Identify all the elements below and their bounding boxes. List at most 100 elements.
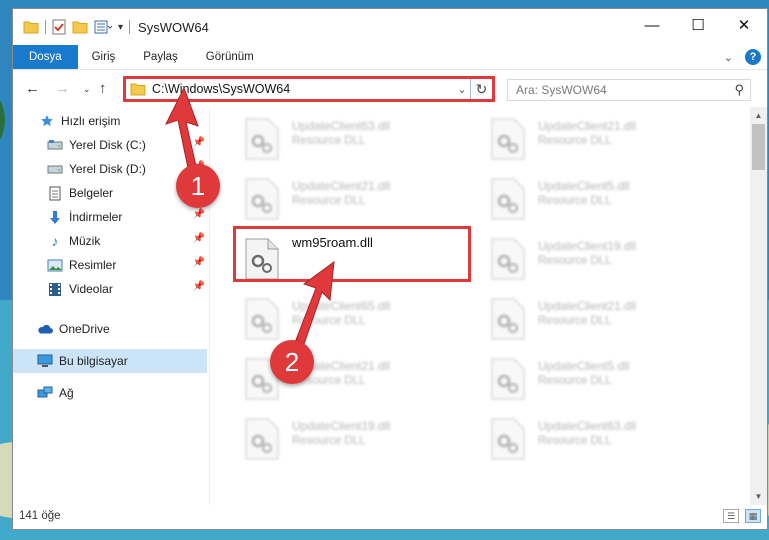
- details-view-icon[interactable]: ☰: [723, 509, 739, 523]
- view-toggles: ☰ ▦: [723, 509, 761, 523]
- dll-file-icon: [491, 118, 525, 160]
- dll-file-icon: [491, 358, 525, 400]
- drive-icon: [47, 137, 63, 153]
- search-icon[interactable]: ⚲: [734, 82, 744, 98]
- window-controls: — ☐ ✕: [629, 9, 767, 41]
- scroll-up-icon[interactable]: ▲: [750, 107, 767, 124]
- vertical-scrollbar[interactable]: ▲ ▼: [750, 107, 767, 505]
- recent-locations-icon[interactable]: ⌄: [83, 84, 91, 95]
- star-icon: [39, 113, 55, 129]
- dll-file-icon: [245, 178, 279, 220]
- scroll-thumb[interactable]: [752, 124, 765, 170]
- file-item[interactable]: UpdateClient5.dll Resource DLL: [466, 169, 702, 221]
- sidebar-item-label: Resimler: [69, 258, 117, 272]
- customize-toolbar-icon[interactable]: ▾: [118, 22, 123, 33]
- file-name: UpdateClient65.dll: [292, 299, 391, 313]
- pin-icon[interactable]: 📌: [193, 233, 205, 244]
- tab-dosya[interactable]: Dosya: [13, 45, 78, 69]
- sidebar-item-pictures[interactable]: Resimler 📌: [13, 253, 207, 277]
- search-input[interactable]: Ara: SysWOW64 ⚲: [507, 79, 751, 101]
- status-bar: 141 öğe ☰ ▦: [13, 503, 767, 529]
- file-type: Resource DLL: [538, 435, 612, 447]
- sidebar-item-videos[interactable]: Videolar 📌: [13, 277, 207, 301]
- sidebar-item-onedrive[interactable]: OneDrive: [13, 317, 207, 341]
- pin-icon[interactable]: 📌: [193, 257, 205, 268]
- file-item[interactable]: UpdateClient5.dll Resource DLL: [466, 349, 702, 401]
- file-item[interactable]: UpdateClient63.dll Resource DLL: [220, 109, 456, 161]
- refresh-icon[interactable]: ↻: [470, 79, 492, 99]
- pin-icon[interactable]: 📌: [193, 209, 205, 220]
- checklist-icon[interactable]: [94, 20, 112, 34]
- tab-gorunum[interactable]: Görünüm: [192, 45, 268, 69]
- file-type: Resource DLL: [292, 315, 366, 327]
- file-name: UpdateClient5.dll: [538, 359, 630, 373]
- sidebar-item-downloads[interactable]: İndirmeler 📌: [13, 205, 207, 229]
- navigation-pane: Hızlı erişim Yerel Disk (C:) 📌 Yerel Dis…: [13, 107, 209, 505]
- file-item[interactable]: UpdateClient63.dll Resource DLL: [466, 409, 702, 461]
- ribbon-right: ⌄ ?: [724, 45, 761, 69]
- file-type: Resource DLL: [538, 375, 612, 387]
- address-row: ← → ⌄ ↑ C:\Windows\SysWOW64 ⌄ ↻ Ara: Sys…: [13, 69, 767, 107]
- pin-icon[interactable]: 📌: [193, 161, 205, 172]
- computer-icon: [37, 353, 53, 369]
- file-name: UpdateClient21.dll: [292, 359, 391, 373]
- pin-icon[interactable]: 📌: [193, 185, 205, 196]
- download-icon: [47, 209, 63, 225]
- pin-icon[interactable]: 📌: [193, 137, 205, 148]
- up-arrow-icon[interactable]: ↑: [99, 80, 107, 97]
- dll-file-icon: [245, 418, 279, 460]
- large-icons-view-icon[interactable]: ▦: [745, 509, 761, 523]
- file-item[interactable]: UpdateClient19.dll Resource DLL: [466, 229, 702, 281]
- sidebar-item-label: Yerel Disk (D:): [69, 162, 146, 176]
- close-button[interactable]: ✕: [721, 9, 767, 41]
- sidebar-item-label: Ağ: [59, 386, 74, 400]
- properties-icon[interactable]: [52, 19, 66, 35]
- file-item[interactable]: UpdateClient65.dll Resource DLL: [220, 289, 456, 341]
- dll-file-icon: [491, 418, 525, 460]
- address-path[interactable]: C:\Windows\SysWOW64: [152, 82, 454, 96]
- new-folder-icon[interactable]: [72, 20, 88, 34]
- item-count: 141 öğe: [19, 510, 61, 522]
- file-item[interactable]: UpdateClient21.dll Resource DLL: [220, 169, 456, 221]
- file-name: UpdateClient21.dll: [538, 119, 637, 133]
- sidebar-item-label: Müzik: [69, 234, 101, 248]
- file-item[interactable]: UpdateClient21.dll Resource DLL: [220, 349, 456, 401]
- sidebar-item-music[interactable]: ♪ Müzik 📌: [13, 229, 207, 253]
- title-bar: ▾ SysWOW64 — ☐ ✕: [13, 9, 767, 45]
- maximize-button[interactable]: ☐: [675, 9, 721, 41]
- file-type: Resource DLL: [538, 255, 612, 267]
- address-dropdown-icon[interactable]: ⌄: [454, 83, 470, 96]
- tab-paylas[interactable]: Paylaş: [129, 45, 192, 69]
- file-item[interactable]: UpdateClient21.dll Resource DLL: [466, 289, 702, 341]
- expand-ribbon-icon[interactable]: ⌄: [724, 51, 733, 64]
- back-arrow-icon[interactable]: ←: [25, 80, 40, 97]
- sidebar-item-quick-access[interactable]: Hızlı erişim: [13, 109, 207, 133]
- sidebar-item-label: Belgeler: [69, 186, 114, 200]
- address-bar[interactable]: C:\Windows\SysWOW64 ⌄ ↻: [123, 76, 495, 102]
- file-type: Resource DLL: [538, 195, 612, 207]
- sidebar-item-this-pc[interactable]: Bu bilgisayar: [13, 349, 207, 373]
- sidebar-item-local-disk-c[interactable]: Yerel Disk (C:) 📌: [13, 133, 207, 157]
- file-item-wm95roam[interactable]: wm95roam.dll: [220, 229, 456, 281]
- sidebar-item-label: Yerel Disk (C:): [69, 138, 146, 152]
- sidebar-item-label: Bu bilgisayar: [59, 354, 128, 368]
- help-icon[interactable]: ?: [745, 49, 761, 65]
- tab-giris[interactable]: Giriş: [78, 45, 130, 69]
- file-name: UpdateClient21.dll: [292, 179, 391, 193]
- cloud-icon: [37, 321, 53, 337]
- sidebar-item-documents[interactable]: Belgeler 📌: [13, 181, 207, 205]
- explorer-window: ▾ SysWOW64 — ☐ ✕ Dosya Giriş Paylaş Görü…: [12, 8, 768, 530]
- dll-file-icon: [245, 298, 279, 340]
- pin-icon[interactable]: 📌: [193, 281, 205, 292]
- search-placeholder: Ara: SysWOW64: [516, 83, 607, 97]
- sidebar-item-network[interactable]: Ağ: [13, 381, 207, 405]
- sidebar-item-label: Hızlı erişim: [61, 114, 121, 128]
- minimize-button[interactable]: —: [629, 9, 675, 41]
- file-name: UpdateClient19.dll: [292, 419, 391, 433]
- file-item[interactable]: UpdateClient21.dll Resource DLL: [466, 109, 702, 161]
- sidebar-item-local-disk-d[interactable]: Yerel Disk (D:) 📌: [13, 157, 207, 181]
- sidebar-item-label: İndirmeler: [69, 210, 123, 224]
- folder-icon[interactable]: [23, 20, 39, 34]
- forward-arrow-icon[interactable]: →: [55, 80, 70, 97]
- file-item[interactable]: UpdateClient19.dll Resource DLL: [220, 409, 456, 461]
